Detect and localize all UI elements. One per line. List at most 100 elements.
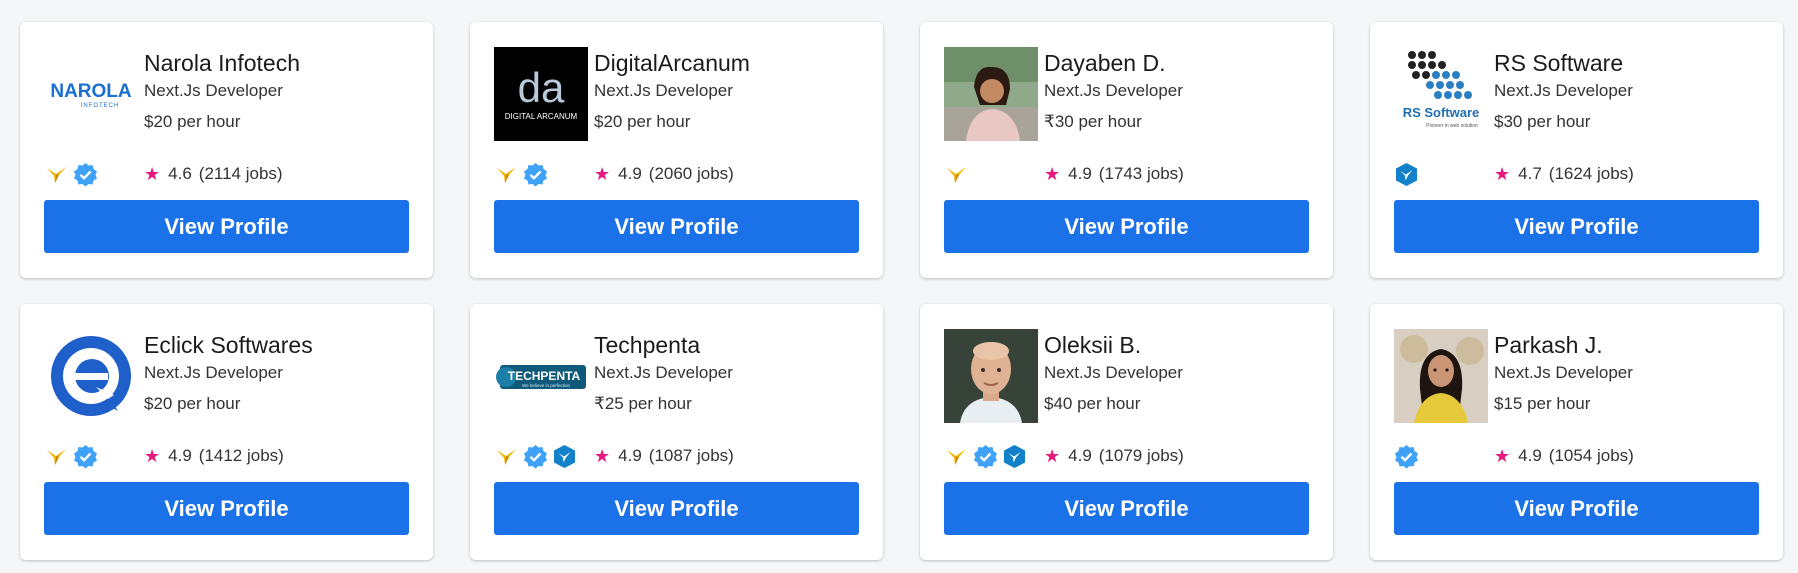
star-icon: ★	[594, 164, 611, 184]
svg-text:Pioneer in web solution: Pioneer in web solution	[1426, 123, 1478, 129]
rating-score: 4.9	[1518, 446, 1542, 465]
rating-score: 4.6	[168, 164, 192, 183]
rating-score: 4.9	[1068, 446, 1092, 465]
rating: ★ 4.9 (1412 jobs)	[144, 446, 284, 466]
badges	[944, 444, 1044, 469]
company-logo[interactable]	[44, 329, 138, 423]
card-header: Dayaben D. Next.Js Developer ₹30 per hou…	[944, 47, 1309, 141]
rating: ★ 4.9 (1079 jobs)	[1044, 446, 1184, 466]
view-profile-button[interactable]: View Profile	[494, 200, 859, 253]
card-info: Eclick Softwares Next.Js Developer $20 p…	[144, 329, 313, 415]
company-logo[interactable]: da DIGITAL ARCANUM	[494, 47, 588, 141]
card-info: Dayaben D. Next.Js Developer ₹30 per hou…	[1044, 47, 1183, 133]
view-profile-button[interactable]: View Profile	[44, 200, 409, 253]
freelancer-role: Next.Js Developer	[1044, 363, 1183, 382]
hummingbird-shield-icon	[1002, 444, 1027, 469]
badges	[1394, 444, 1494, 469]
svg-text:We believe in perfection: We believe in perfection	[522, 383, 570, 388]
card-header: NAROLA INFOTECH Narola Infotech Next.Js …	[44, 47, 409, 141]
hourly-rate: $20 per hour	[144, 112, 241, 131]
card-header: Oleksii B. Next.Js Developer $40 per hou…	[944, 329, 1309, 423]
star-icon: ★	[1494, 446, 1511, 466]
jobs-count: (1087 jobs)	[648, 446, 734, 465]
rating-score: 4.9	[618, 164, 642, 183]
star-icon: ★	[144, 164, 161, 184]
freelancer-name[interactable]: Eclick Softwares	[144, 331, 313, 359]
card-info: Techpenta Next.Js Developer ₹25 per hour	[594, 329, 733, 415]
freelancer-name[interactable]: Oleksii B.	[1044, 331, 1183, 359]
svg-text:da: da	[518, 64, 565, 111]
company-logo[interactable]: NAROLA INFOTECH	[44, 47, 138, 141]
freelancer-role: Next.Js Developer	[144, 363, 283, 382]
hourly-rate: $20 per hour	[144, 394, 241, 413]
hummingbird-icon	[494, 444, 519, 469]
hourly-rate: $30 per hour	[1494, 112, 1591, 131]
view-profile-button[interactable]: View Profile	[1394, 482, 1759, 535]
freelancer-card: Oleksii B. Next.Js Developer $40 per hou…	[920, 304, 1333, 560]
star-icon: ★	[144, 446, 161, 466]
company-logo[interactable]: TECHPENTA We believe in perfection	[494, 329, 588, 423]
freelancer-name[interactable]: RS Software	[1494, 49, 1633, 77]
card-header: da DIGITAL ARCANUM DigitalArcanum Next.J…	[494, 47, 859, 141]
star-icon: ★	[1044, 164, 1061, 184]
freelancer-card: Dayaben D. Next.Js Developer ₹30 per hou…	[920, 22, 1333, 278]
freelancer-name[interactable]: Techpenta	[594, 331, 733, 359]
hourly-rate: ₹30 per hour	[1044, 112, 1142, 131]
hourly-rate: $15 per hour	[1494, 394, 1591, 413]
freelancer-name[interactable]: DigitalArcanum	[594, 49, 750, 77]
profile-photo[interactable]	[944, 47, 1038, 141]
svg-text:INFOTECH: INFOTECH	[81, 103, 120, 109]
rating: ★ 4.9 (1743 jobs)	[1044, 164, 1184, 184]
freelancer-card: RS Software Pioneer in web solution RS S…	[1370, 22, 1783, 278]
rating-score: 4.9	[1068, 164, 1092, 183]
rating: ★ 4.9 (1087 jobs)	[594, 446, 734, 466]
hummingbird-icon	[44, 444, 69, 469]
badges	[1394, 162, 1494, 187]
badges	[494, 162, 594, 187]
freelancer-role: Next.Js Developer	[1494, 81, 1633, 100]
svg-text:RS Software: RS Software	[1403, 105, 1480, 120]
freelancer-card: Eclick Softwares Next.Js Developer $20 p…	[20, 304, 433, 560]
verified-icon	[73, 444, 98, 469]
view-profile-button[interactable]: View Profile	[494, 482, 859, 535]
company-logo[interactable]: RS Software Pioneer in web solution	[1394, 47, 1488, 141]
profile-photo[interactable]	[1394, 329, 1488, 423]
jobs-count: (2060 jobs)	[648, 164, 734, 183]
freelancer-grid: NAROLA INFOTECH Narola Infotech Next.Js …	[20, 22, 1783, 560]
svg-text:DIGITAL ARCANUM: DIGITAL ARCANUM	[505, 112, 578, 121]
card-info: Oleksii B. Next.Js Developer $40 per hou…	[1044, 329, 1183, 415]
verified-icon	[1394, 444, 1419, 469]
rating-score: 4.7	[1518, 164, 1542, 183]
rating: ★ 4.9 (2060 jobs)	[594, 164, 734, 184]
card-header: RS Software Pioneer in web solution RS S…	[1394, 47, 1759, 141]
profile-photo[interactable]	[944, 329, 1038, 423]
freelancer-card: Parkash J. Next.Js Developer $15 per hou…	[1370, 304, 1783, 560]
hummingbird-shield-icon	[552, 444, 577, 469]
verified-icon	[523, 444, 548, 469]
freelancer-role: Next.Js Developer	[1494, 363, 1633, 382]
hummingbird-icon	[44, 162, 69, 187]
verified-icon	[523, 162, 548, 187]
card-info: RS Software Next.Js Developer $30 per ho…	[1494, 47, 1633, 133]
card-meta: ★ 4.9 (1743 jobs)	[944, 160, 1309, 188]
rating-score: 4.9	[168, 446, 192, 465]
hourly-rate: $40 per hour	[1044, 394, 1141, 413]
view-profile-button[interactable]: View Profile	[1394, 200, 1759, 253]
svg-text:NAROLA: NAROLA	[50, 81, 132, 102]
view-profile-button[interactable]: View Profile	[44, 482, 409, 535]
freelancer-name[interactable]: Parkash J.	[1494, 331, 1633, 359]
card-meta: ★ 4.9 (1087 jobs)	[494, 442, 859, 470]
freelancer-role: Next.Js Developer	[594, 81, 733, 100]
hourly-rate: ₹25 per hour	[594, 394, 692, 413]
freelancer-role: Next.Js Developer	[1044, 81, 1183, 100]
star-icon: ★	[1044, 446, 1061, 466]
view-profile-button[interactable]: View Profile	[944, 482, 1309, 535]
jobs-count: (1743 jobs)	[1098, 164, 1184, 183]
freelancer-name[interactable]: Dayaben D.	[1044, 49, 1183, 77]
view-profile-button[interactable]: View Profile	[944, 200, 1309, 253]
jobs-count: (1624 jobs)	[1548, 164, 1634, 183]
freelancer-name[interactable]: Narola Infotech	[144, 49, 300, 77]
card-info: DigitalArcanum Next.Js Developer $20 per…	[594, 47, 750, 133]
verified-icon	[973, 444, 998, 469]
jobs-count: (1079 jobs)	[1098, 446, 1184, 465]
